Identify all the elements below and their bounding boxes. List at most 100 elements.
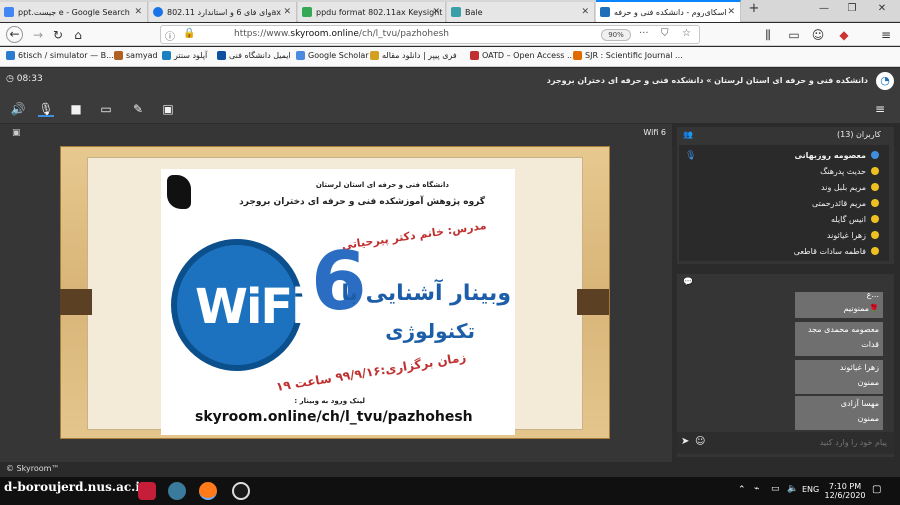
menu-icon[interactable]: ≡ [878,27,894,43]
user-icon [871,231,879,239]
google-icon [302,7,312,17]
scholar-icon [296,51,305,60]
user-item[interactable]: معصومه روزبهانی [794,148,879,162]
user-icon [871,199,879,207]
obs-icon[interactable] [232,482,250,500]
send-icon[interactable]: ➤ [681,436,689,447]
chevron-up-icon[interactable]: ⌃ [738,485,746,495]
brand-watermark: d-boroujerd.nus.ac.ir [4,480,147,494]
bookmark-star-icon[interactable]: ☆ [682,28,691,39]
close-window-button[interactable]: ✕ [870,3,894,19]
close-icon[interactable]: ✕ [581,7,589,17]
skyroom-footer: © Skyroom™ [6,464,60,473]
volume-icon[interactable]: 🔈 [787,484,798,494]
screen-share-icon[interactable]: ▭ [98,101,114,117]
close-icon[interactable]: ✕ [727,7,735,17]
home-icon[interactable]: ⌂ [70,27,86,43]
user-icon [871,215,879,223]
tab-skyroom[interactable]: اسکای‌روم - دانشکده فنی و حرفه ✕ [596,0,741,22]
account-icon[interactable]: ☺ [810,27,826,43]
bookmark-item[interactable]: 6tisch / simulator — B... [6,51,114,60]
firefox-icon[interactable] [199,482,217,500]
os-taskbar: d-boroujerd.nus.ac.ir ⌃ ⌁ ▭ 🔈 ENG 7:10 P… [0,477,900,505]
bookmarks-bar: 6tisch / simulator — B... samyad آپلود س… [0,47,900,67]
bookmark-item[interactable]: ایمیل دانشگاه فنی [217,51,291,60]
extension-icon[interactable]: ◆ [836,27,852,43]
microphone-icon[interactable]: 🎙 [38,101,54,117]
slide-title-2: تکنولوژی [385,319,475,343]
session-timer: ◷ 08:33 [6,74,43,84]
close-icon[interactable]: ✕ [432,7,440,17]
bookmark-item[interactable]: آپلود سنتر [162,51,207,60]
library-icon[interactable]: ⫼ [760,27,776,43]
url-bar[interactable]: ⓘ 🔒 https://www.skyroom.online/ch/l_tvu/… [160,25,700,44]
slide-background: دانشگاه فنی و حرفه ای استان لرستان گروه … [60,146,610,439]
app-icon[interactable] [138,482,156,500]
navigation-bar: ← → ↻ ⌂ ⓘ 🔒 https://www.skyroom.online/c… [0,23,900,46]
forward-button[interactable]: → [30,27,46,43]
user-item[interactable]: فاطمه سادات قاطعی [794,244,879,258]
skyroom-icon [600,7,610,17]
presentation-icon[interactable]: ▣ [160,101,176,117]
bookmark-item[interactable]: SJR : Scientific Journal ... [573,51,683,60]
user-icon [871,183,879,191]
battery-icon[interactable]: ▭ [771,484,780,494]
emoji-icon[interactable]: ☺ [695,436,705,447]
frame-clip [577,289,609,315]
pocket-icon[interactable]: ⛉ [661,28,669,39]
notification-icon[interactable]: ▢ [872,484,881,495]
maximize-button[interactable]: ❐ [840,3,864,19]
whiteboard-icon[interactable]: ✎ [130,101,146,117]
chat-message: مهسا آزادی ممنون [795,396,883,430]
chat-input[interactable] [711,435,887,450]
bookmark-item[interactable]: samyad [114,51,158,60]
reload-button[interactable]: ↻ [50,27,66,43]
bookmark-icon [162,51,171,60]
tab-google-search[interactable]: ppt.جیست e - Google Search ✕ [0,2,148,22]
bookmark-item[interactable]: OATD – Open Access ... [470,51,575,60]
chat-panel-header: 💬 [677,274,894,290]
close-icon[interactable]: ✕ [283,7,291,17]
language-indicator[interactable]: ENG [802,485,819,494]
room-toolbar: 🔊 🎙 ■ ▭ ✎ ▣ ≡ [0,95,900,123]
new-tab-button[interactable]: + [742,1,766,17]
menu-icon[interactable]: ≡ [872,101,888,117]
users-icon: 👥 [683,130,693,139]
bookmark-icon [573,51,582,60]
expand-icon[interactable]: ▣ [12,128,21,138]
tab-bale[interactable]: Bale ✕ [447,2,595,22]
tab-wifi6[interactable]: وای فای 6 و استاندارد 802.11ax ✕ [149,2,297,22]
chat-panel: 💬 ع... ممنونیم🌹 معصومه محمدی مجد قدات زهرا… [677,274,894,457]
sidebar-icon[interactable]: ▭ [786,27,802,43]
zoom-level[interactable]: 90% [601,29,631,41]
slide-title-1: وبینار آشنایی با [341,281,511,306]
minimize-button[interactable]: — [812,3,836,19]
users-list: 🎙 معصومه روزبهانی حدیث پدرهنگ مریم بلبل … [679,145,889,261]
bookmark-icon [470,51,479,60]
speaker-icon[interactable]: 🔊 [10,101,26,117]
user-icon [871,247,879,255]
slide-date: زمان برگزاری:۹۹/۹/۱۶ ساعت ۱۹ [274,350,467,394]
user-item[interactable]: مریم قائدرحمتی [812,196,879,210]
user-icon [871,167,879,175]
bookmark-item[interactable]: Google Scholar [296,51,369,60]
camera-icon[interactable]: ■ [68,101,84,117]
user-item[interactable]: زهرا غیاثوند [827,228,879,242]
close-icon[interactable]: ✕ [134,7,142,17]
network-icon[interactable]: ⌁ [754,484,759,494]
user-item[interactable]: حدیث پدرهنگ [820,164,879,178]
user-icon [871,151,879,159]
tab-ppdu-format[interactable]: ppdu format 802.11ax Keysight ✕ [298,2,446,22]
users-panel-header: 👥 کاربران (13) [677,127,894,143]
bookmark-item[interactable]: فری پیپر | دانلود مقاله [370,51,457,60]
university-logo [167,175,191,209]
back-button[interactable]: ← [6,26,23,43]
user-item[interactable]: انیس گایله [831,212,879,226]
more-icon[interactable]: ··· [639,28,649,39]
lock-icon[interactable]: 🔒 [183,28,195,39]
bookmark-icon [370,51,379,60]
app-icon[interactable] [168,482,186,500]
user-item[interactable]: مریم بلبل وند [821,180,879,194]
info-icon[interactable]: ⓘ [165,28,175,43]
system-clock[interactable]: 7:10 PM 12/6/2020 [822,482,868,500]
